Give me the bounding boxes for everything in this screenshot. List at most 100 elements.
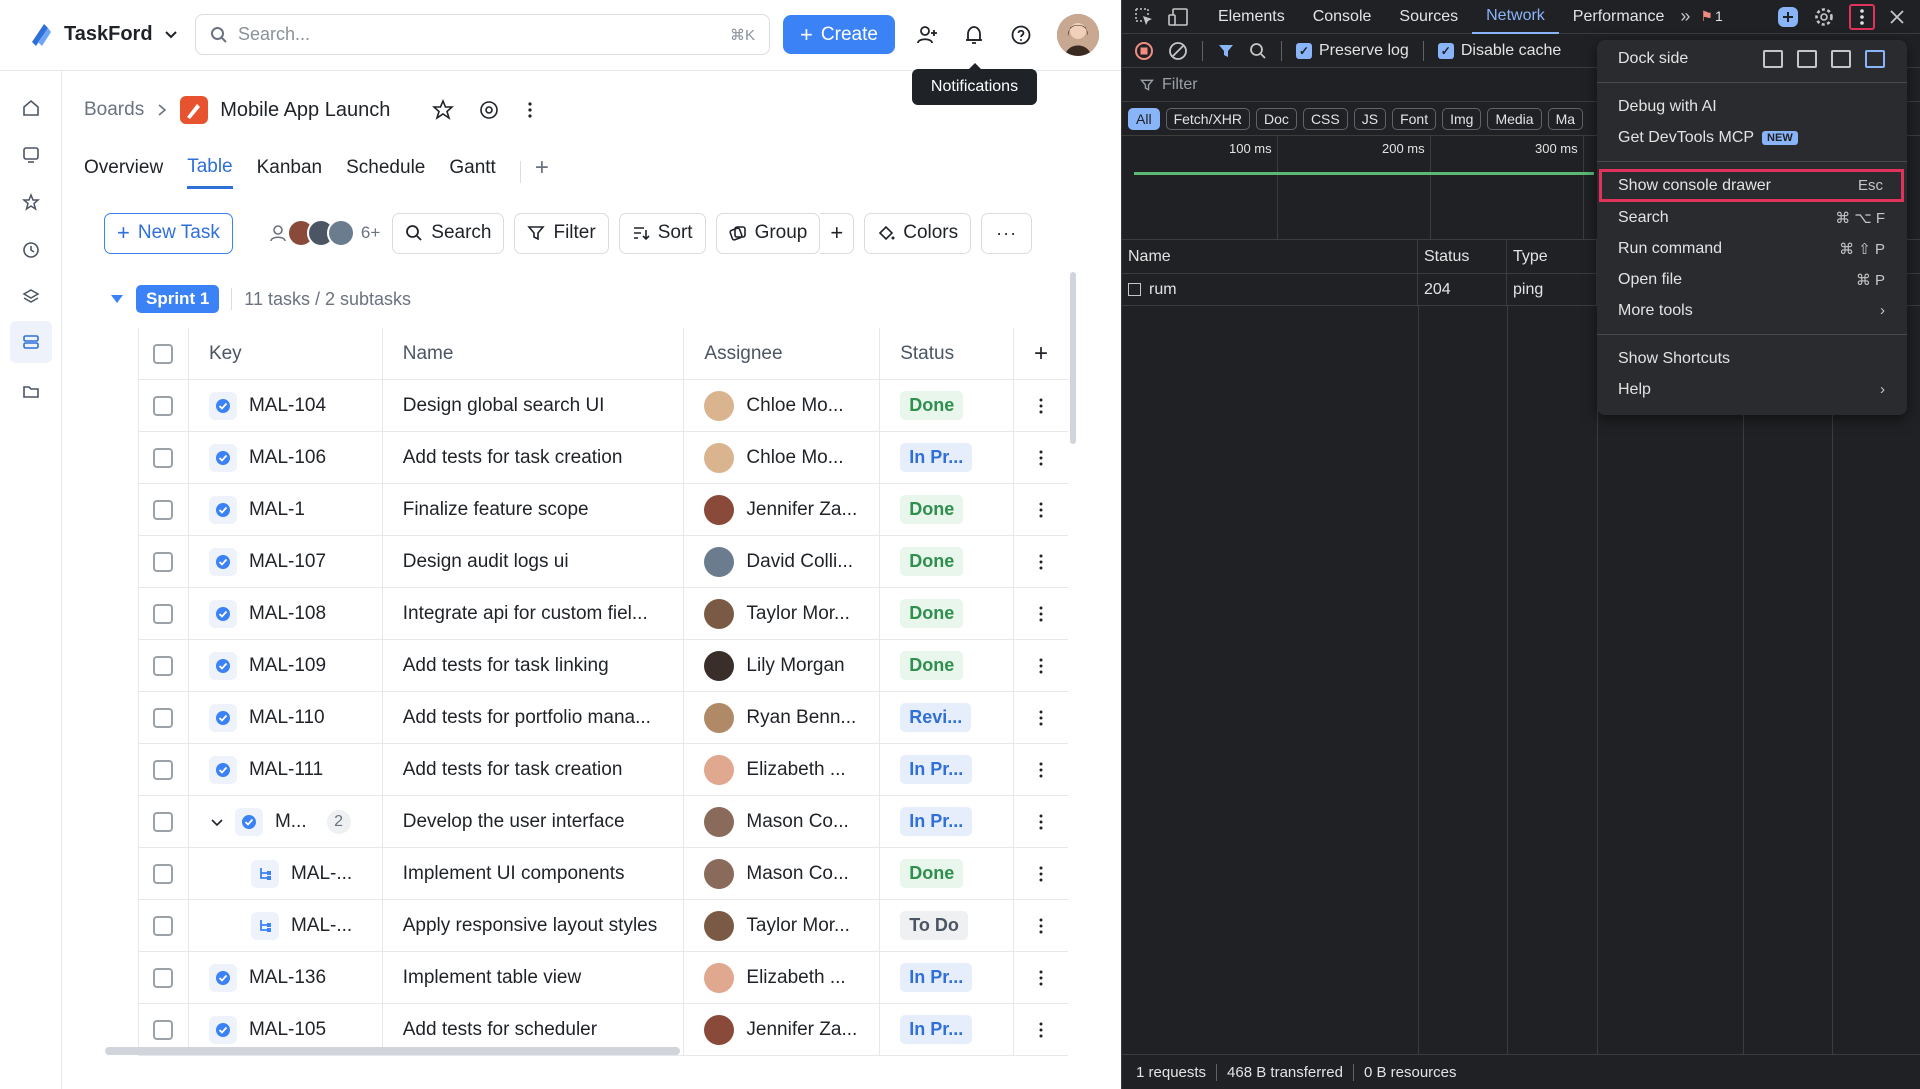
table-row[interactable]: MAL-109 Add tests for task linking Lily … (139, 640, 1068, 692)
row-more-icon[interactable] (1014, 848, 1068, 899)
row-more-icon[interactable] (1014, 952, 1068, 1003)
undock-icon[interactable] (1763, 49, 1783, 68)
table-row[interactable]: M... 2 Develop the user interface Mason … (139, 796, 1068, 848)
row-checkbox[interactable] (153, 395, 174, 416)
add-view-icon[interactable]: + (535, 154, 549, 190)
group-button[interactable]: Group (715, 212, 821, 254)
dock-right-icon[interactable] (1865, 49, 1885, 68)
assignee-cell[interactable]: Elizabeth ... (684, 744, 881, 795)
colors-button[interactable]: Colors (864, 212, 972, 254)
status-cell[interactable]: Done (880, 380, 1015, 431)
type-filter-fetch[interactable]: Fetch/XHR (1165, 107, 1251, 130)
help-icon[interactable] (1010, 24, 1032, 46)
record-stop-icon[interactable] (1134, 41, 1154, 61)
status-cell[interactable]: In Pr... (880, 796, 1015, 847)
column-status[interactable]: Status (1418, 240, 1507, 273)
task-name[interactable]: Add tests for task creation (383, 432, 685, 483)
new-task-button[interactable]: + New Task (104, 212, 233, 254)
assignee-cell[interactable]: Taylor Mor... (684, 588, 881, 639)
global-search-input[interactable]: Search... ⌘K (195, 14, 770, 55)
task-key[interactable]: MAL-106 (249, 447, 326, 469)
breadcrumb-boards[interactable]: Boards (84, 99, 144, 121)
row-more-icon[interactable] (1014, 796, 1068, 847)
status-cell[interactable]: In Pr... (880, 744, 1015, 795)
star-icon[interactable] (432, 99, 455, 121)
type-filter-media[interactable]: Media (1487, 107, 1542, 130)
devtools-tab-console[interactable]: Console (1299, 0, 1386, 34)
task-name[interactable]: Add tests for task linking (383, 640, 685, 691)
status-cell[interactable]: Done (880, 640, 1015, 691)
task-key[interactable]: MAL-... (291, 915, 352, 937)
status-cell[interactable]: Done (880, 484, 1015, 535)
column-type[interactable]: Type (1507, 240, 1597, 273)
column-status[interactable]: Status (880, 328, 1015, 379)
row-more-icon[interactable] (1014, 900, 1068, 951)
menu-help[interactable]: Help › (1597, 374, 1907, 405)
settings-gear-icon[interactable] (1813, 6, 1835, 28)
close-icon[interactable] (1886, 6, 1908, 28)
star-icon[interactable] (18, 189, 44, 215)
filter-icon[interactable] (1217, 42, 1235, 60)
task-name[interactable]: Add tests for task creation (383, 744, 685, 795)
menu-debug-with-ai[interactable]: Debug with AI (1597, 91, 1907, 122)
watch-icon[interactable] (478, 99, 500, 121)
ai-assistance-icon[interactable] (1777, 6, 1799, 28)
task-key[interactable]: MAL-111 (249, 759, 323, 781)
type-filter-js[interactable]: JS (1353, 107, 1387, 130)
devtools-tab-performance[interactable]: Performance (1559, 0, 1679, 34)
column-key[interactable]: Key (189, 328, 383, 379)
row-more-icon[interactable] (1014, 744, 1068, 795)
type-filter-img[interactable]: Img (1442, 107, 1482, 130)
more-vertical-icon[interactable] (524, 100, 536, 120)
menu-open-file[interactable]: Open file ⌘ P (1597, 264, 1907, 295)
assignee-cell[interactable]: Jennifer Za... (684, 484, 881, 535)
task-name[interactable]: Implement table view (383, 952, 685, 1003)
menu-show-shortcuts[interactable]: Show Shortcuts (1597, 343, 1907, 374)
dashboard-icon[interactable] (18, 142, 44, 168)
assignee-cell[interactable]: Lily Morgan (684, 640, 881, 691)
status-cell[interactable]: In Pr... (880, 952, 1015, 1003)
table-row[interactable]: MAL-136 Implement table view Elizabeth .… (139, 952, 1068, 1004)
row-more-icon[interactable] (1014, 536, 1068, 587)
table-row[interactable]: MAL-110 Add tests for portfolio mana... … (139, 692, 1068, 744)
task-name[interactable]: Design audit logs ui (383, 536, 685, 587)
assignee-cell[interactable]: Chloe Mo... (684, 380, 881, 431)
row-checkbox[interactable] (153, 811, 174, 832)
row-more-icon[interactable] (1014, 588, 1068, 639)
vertical-scrollbar[interactable] (1070, 272, 1076, 444)
menu-run-command[interactable]: Run command ⌘ ⇧ P (1597, 233, 1907, 264)
bell-icon[interactable] (963, 24, 985, 46)
tab-gantt[interactable]: Gantt (449, 157, 495, 187)
type-filter-doc[interactable]: Doc (1256, 107, 1297, 130)
task-name[interactable]: Integrate api for custom fiel... (383, 588, 685, 639)
add-user-icon[interactable] (916, 24, 938, 46)
task-name[interactable]: Design global search UI (383, 380, 685, 431)
row-checkbox[interactable] (153, 863, 174, 884)
column-assignee[interactable]: Assignee (684, 328, 881, 379)
home-icon[interactable] (18, 95, 44, 121)
row-checkbox[interactable] (153, 447, 174, 468)
create-button[interactable]: + Create (783, 15, 895, 54)
preserve-log-checkbox[interactable]: ✓ Preserve log (1296, 42, 1409, 60)
row-more-icon[interactable] (1014, 484, 1068, 535)
assignee-cell[interactable]: Ryan Benn... (684, 692, 881, 743)
assignee-cell[interactable]: Taylor Mor... (684, 900, 881, 951)
task-key[interactable]: MAL-105 (249, 1019, 326, 1041)
status-cell[interactable]: Done (880, 848, 1015, 899)
status-cell[interactable]: In Pr... (880, 1004, 1015, 1055)
task-key[interactable]: MAL-1 (249, 499, 305, 521)
row-more-icon[interactable] (1014, 380, 1068, 431)
type-filter-manifest[interactable]: Ma (1547, 107, 1584, 130)
row-checkbox[interactable] (153, 499, 174, 520)
folder-icon[interactable] (18, 378, 44, 404)
chevron-down-icon[interactable] (209, 814, 225, 830)
assignee-cell[interactable]: Elizabeth ... (684, 952, 881, 1003)
task-name[interactable]: Develop the user interface (383, 796, 685, 847)
status-cell[interactable]: In Pr... (880, 432, 1015, 483)
task-name[interactable]: Apply responsive layout styles (383, 900, 685, 951)
table-row[interactable]: MAL-... Implement UI components Mason Co… (139, 848, 1068, 900)
task-key[interactable]: MAL-108 (249, 603, 326, 625)
search-button[interactable]: Search (392, 212, 505, 254)
app-logo[interactable]: TaskFord (26, 20, 179, 48)
row-checkbox[interactable] (153, 915, 174, 936)
